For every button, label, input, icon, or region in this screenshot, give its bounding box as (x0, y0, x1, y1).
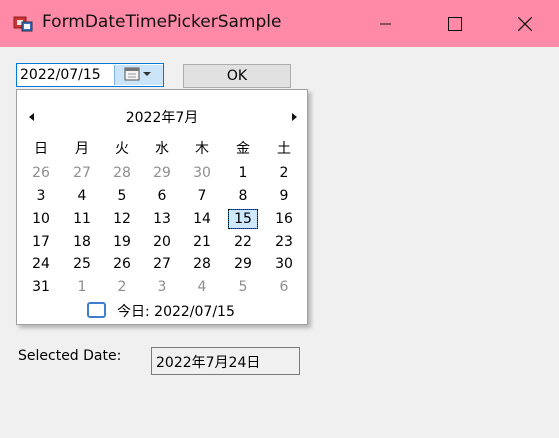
minimize-button[interactable] (363, 0, 409, 47)
title-bar: FormDateTimePickerSample (0, 0, 559, 47)
calendar-day[interactable]: 23 (269, 232, 299, 252)
calendar-day[interactable]: 5 (107, 186, 137, 206)
calendar-day[interactable]: 13 (147, 209, 177, 229)
calendar-day[interactable]: 22 (228, 232, 258, 252)
calendar-day[interactable]: 24 (26, 254, 56, 274)
minimize-icon (380, 23, 391, 24)
calendar-day[interactable]: 26 (107, 254, 137, 274)
calendar-day[interactable]: 10 (26, 209, 56, 229)
ok-button[interactable]: OK (183, 64, 291, 88)
calendar-day[interactable]: 19 (107, 232, 137, 252)
date-picker-dropdown-button[interactable] (114, 65, 163, 85)
calendar-day-other-month[interactable]: 4 (187, 277, 217, 297)
maximize-button[interactable] (432, 0, 478, 47)
calendar-icon (124, 67, 151, 81)
calendar-day[interactable]: 12 (107, 209, 137, 229)
selected-date-label: Selected Date: (18, 348, 122, 364)
calendar-day[interactable]: 27 (147, 254, 177, 274)
calendar-day-other-month[interactable]: 6 (269, 277, 299, 297)
calendar-day[interactable]: 21 (187, 232, 217, 252)
date-picker-value[interactable]: 2022/07/15 (20, 67, 101, 83)
weekday-header: 金 (236, 141, 250, 157)
date-time-picker[interactable]: 2022/07/15 (16, 63, 164, 87)
calendar-day[interactable]: 1 (228, 163, 258, 183)
weekday-header: 火 (115, 141, 129, 157)
calendar-grid: 日月火水木金土 26 27 28 29 30 1 2 3 4 5 6 7 8 9 10 11 12 13 14 15 16… (17, 90, 307, 326)
maximize-icon (448, 16, 462, 31)
calendar-day[interactable]: 14 (187, 209, 217, 229)
calendar-day[interactable]: 9 (269, 186, 299, 206)
calendar-day-other-month[interactable]: 1 (67, 277, 97, 297)
calendar-day[interactable]: 16 (269, 209, 299, 229)
calendar-day-other-month[interactable]: 26 (26, 163, 56, 183)
today-link[interactable]: 今日: 2022/07/15 (117, 301, 235, 321)
calendar-day[interactable]: 28 (187, 254, 217, 274)
calendar-day-other-month[interactable]: 27 (67, 163, 97, 183)
calendar-day[interactable]: 3 (26, 186, 56, 206)
weekday-header: 土 (277, 141, 291, 157)
calendar-day-other-month[interactable]: 30 (187, 163, 217, 183)
close-button[interactable] (502, 0, 548, 47)
calendar-day-other-month[interactable]: 3 (147, 277, 177, 297)
calendar-day[interactable]: 7 (187, 186, 217, 206)
calendar-day[interactable]: 17 (26, 232, 56, 252)
weekday-header: 水 (155, 141, 169, 157)
app-icon (13, 16, 33, 32)
calendar-day[interactable]: 18 (67, 232, 97, 252)
selected-date-box: 2022年7月24日 (151, 347, 300, 375)
close-icon (518, 16, 532, 31)
selected-date-value: 2022年7月24日 (156, 355, 261, 371)
calendar-day[interactable]: 2 (269, 163, 299, 183)
calendar-day-other-month[interactable]: 28 (107, 163, 137, 183)
calendar-day[interactable]: 30 (269, 254, 299, 274)
window-title: FormDateTimePickerSample (42, 12, 282, 32)
calendar-day-other-month[interactable]: 5 (228, 277, 258, 297)
calendar-day[interactable]: 4 (67, 186, 97, 206)
calendar-day[interactable]: 6 (147, 186, 177, 206)
calendar-day[interactable]: 29 (228, 254, 258, 274)
calendar-day[interactable]: 20 (147, 232, 177, 252)
today-marker[interactable] (87, 302, 106, 318)
calendar-day[interactable]: 8 (228, 186, 258, 206)
weekday-header: 木 (195, 141, 209, 157)
calendar-day[interactable]: 11 (67, 209, 97, 229)
calendar-dropdown: 2022年7月 日月火水木金土 26 27 28 29 30 1 2 3 4 5 6 7 8 9 10 11 12… (16, 89, 308, 325)
calendar-day[interactable]: 25 (67, 254, 97, 274)
calendar-day-other-month[interactable]: 29 (147, 163, 177, 183)
calendar-day[interactable]: 15 (228, 209, 258, 229)
weekday-header: 月 (75, 141, 89, 157)
calendar-day[interactable]: 31 (26, 277, 56, 297)
calendar-day-other-month[interactable]: 2 (107, 277, 137, 297)
weekday-header: 日 (34, 141, 48, 157)
